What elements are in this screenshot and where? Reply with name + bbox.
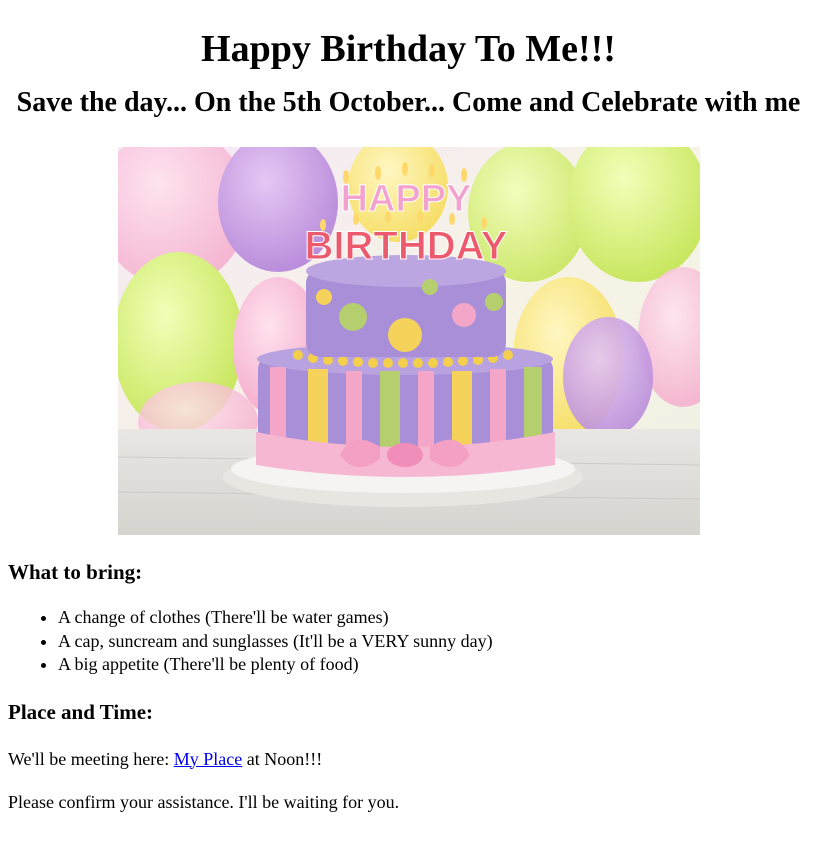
meeting-text: We'll be meeting here: My Place at Noon!…: [8, 748, 809, 771]
meeting-prefix: We'll be meeting here:: [8, 748, 174, 769]
page: Happy Birthday To Me!!! Save the day... …: [0, 0, 817, 814]
bring-list: A change of clothes (There'll be water g…: [8, 606, 809, 677]
my-place-link[interactable]: My Place: [174, 749, 242, 769]
page-subtitle: Save the day... On the 5th October... Co…: [16, 87, 801, 118]
what-to-bring-heading: What to bring:: [8, 560, 143, 584]
list-item: A cap, suncream and sunglasses (It'll be…: [58, 630, 809, 654]
birthday-cake-image: HAPPY BIRTHDAY: [117, 147, 700, 535]
list-item: A big appetite (There'll be plenty of fo…: [58, 653, 809, 677]
list-item: A change of clothes (There'll be water g…: [58, 606, 809, 630]
confirm-text: Please confirm your assistance. I'll be …: [8, 791, 400, 812]
meeting-suffix: at Noon!!!: [242, 748, 323, 769]
cake-candle-text-birthday: BIRTHDAY: [304, 224, 507, 268]
page-title: Happy Birthday To Me!!!: [201, 28, 616, 70]
place-and-time-heading: Place and Time:: [8, 699, 154, 724]
